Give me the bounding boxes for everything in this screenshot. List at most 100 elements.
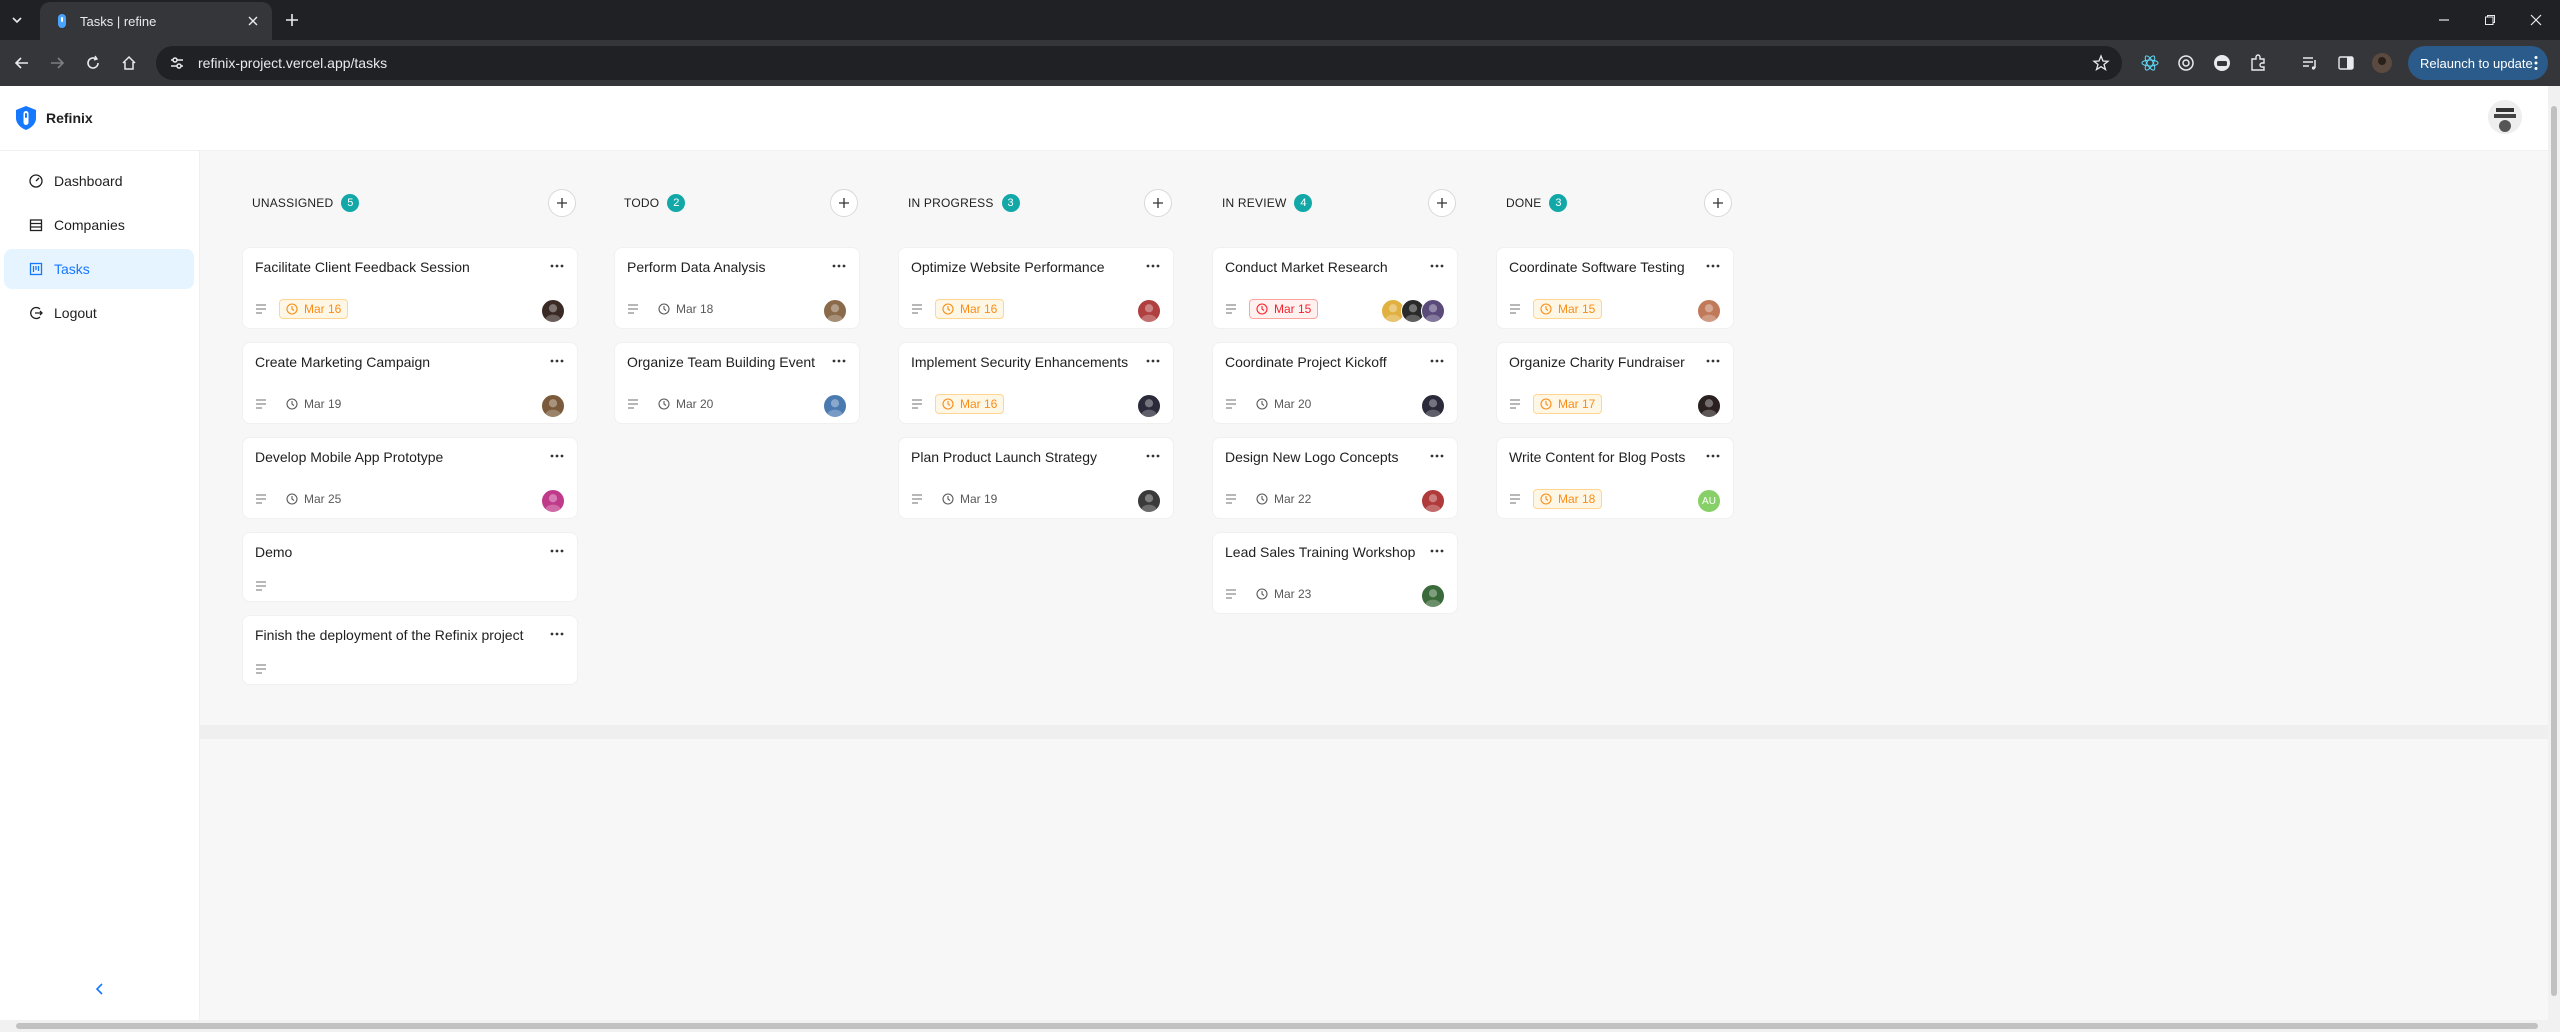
more-options-icon[interactable]: [549, 448, 565, 464]
user-avatar[interactable]: [2488, 100, 2522, 134]
task-card[interactable]: Implement Security Enhancements Mar 16: [898, 342, 1174, 424]
browser-tab[interactable]: Tasks | refine: [40, 2, 272, 40]
due-date-text: Mar 18: [676, 302, 714, 316]
site-info-icon[interactable]: [168, 54, 186, 72]
home-icon[interactable]: [119, 53, 139, 73]
more-options-icon[interactable]: [1145, 258, 1161, 274]
assignee-avatar[interactable]: [823, 299, 847, 323]
add-task-button[interactable]: [1144, 189, 1172, 217]
more-options-icon[interactable]: [1145, 353, 1161, 369]
assignee-avatar[interactable]: [1697, 394, 1721, 418]
due-date-tag: Mar 19: [935, 489, 1004, 509]
assignee-avatars: [541, 489, 565, 513]
task-card[interactable]: Coordinate Software Testing Mar 15: [1496, 247, 1734, 329]
more-options-icon[interactable]: [1429, 258, 1445, 274]
task-card[interactable]: Coordinate Project Kickoff Mar 20: [1212, 342, 1458, 424]
brand-logo[interactable]: Refinix: [14, 105, 93, 131]
task-card[interactable]: Organize Charity Fundraiser Mar 17: [1496, 342, 1734, 424]
assignee-avatar[interactable]: [1421, 299, 1445, 323]
more-options-icon[interactable]: [549, 543, 565, 559]
task-title: Lead Sales Training Workshop: [1225, 544, 1416, 560]
task-card[interactable]: Perform Data Analysis Mar 18: [614, 247, 860, 329]
sidebar-item-tasks[interactable]: Tasks: [4, 249, 194, 289]
clock-icon: [1256, 588, 1268, 600]
add-task-button[interactable]: [548, 189, 576, 217]
more-options-icon[interactable]: [831, 353, 847, 369]
task-card[interactable]: Design New Logo Concepts Mar 22: [1212, 437, 1458, 519]
more-options-icon[interactable]: [1705, 353, 1721, 369]
task-title: Demo: [255, 544, 293, 560]
task-card[interactable]: Organize Team Building Event Mar 20: [614, 342, 860, 424]
more-options-icon[interactable]: [1429, 543, 1445, 559]
page-vertical-scrollbar[interactable]: [2548, 86, 2560, 1020]
due-date-text: Mar 25: [304, 492, 342, 506]
react-devtools-icon[interactable]: [2140, 53, 2160, 73]
sidebar: Dashboard Companies Tasks Logout: [0, 151, 200, 1032]
more-options-icon[interactable]: [549, 353, 565, 369]
sidebar-item-dashboard[interactable]: Dashboard: [4, 161, 194, 201]
collapse-sidebar-icon[interactable]: [92, 981, 108, 997]
assignee-avatar[interactable]: [1421, 584, 1445, 608]
new-tab-icon[interactable]: [282, 10, 302, 30]
more-options-icon[interactable]: [1145, 448, 1161, 464]
board-horizontal-scrollbar[interactable]: [200, 725, 2548, 739]
more-options-icon[interactable]: [1429, 448, 1445, 464]
assignee-avatar[interactable]: [1137, 299, 1161, 323]
task-card[interactable]: Develop Mobile App Prototype Mar 25: [242, 437, 578, 519]
forward-icon[interactable]: [47, 53, 67, 73]
bookmark-star-icon[interactable]: [2092, 54, 2110, 72]
back-icon[interactable]: [12, 53, 32, 73]
sidebar-item-logout[interactable]: Logout: [4, 293, 194, 333]
add-task-button[interactable]: [1704, 189, 1732, 217]
assignee-avatar[interactable]: [541, 394, 565, 418]
task-title: Develop Mobile App Prototype: [255, 449, 444, 465]
task-card[interactable]: Facilitate Client Feedback Session Mar 16: [242, 247, 578, 329]
close-tab-icon[interactable]: [244, 12, 262, 30]
extension-car-icon[interactable]: [2212, 53, 2232, 73]
chrome-menu-icon[interactable]: [2534, 55, 2538, 71]
assignee-avatar[interactable]: [541, 489, 565, 513]
profile-avatar-icon[interactable]: [2372, 53, 2392, 73]
task-card[interactable]: Optimize Website Performance Mar 16: [898, 247, 1174, 329]
assignee-avatar[interactable]: [1421, 489, 1445, 513]
more-options-icon[interactable]: [549, 626, 565, 642]
task-card[interactable]: Create Marketing Campaign Mar 19: [242, 342, 578, 424]
task-card[interactable]: Conduct Market Research Mar 15: [1212, 247, 1458, 329]
assignee-avatar[interactable]: [1137, 489, 1161, 513]
assignee-avatar[interactable]: [541, 299, 565, 323]
assignee-avatars: [1137, 489, 1161, 513]
page-horizontal-scrollbar[interactable]: [0, 1020, 2560, 1032]
due-date-text: Mar 20: [676, 397, 714, 411]
assignee-avatar[interactable]: [823, 394, 847, 418]
tab-search-icon[interactable]: [6, 10, 28, 30]
close-window-icon[interactable]: [2524, 8, 2548, 32]
extensions-puzzle-icon[interactable]: [2248, 53, 2268, 73]
more-options-icon[interactable]: [831, 258, 847, 274]
more-options-icon[interactable]: [549, 258, 565, 274]
more-options-icon[interactable]: [1429, 353, 1445, 369]
description-icon: [1225, 588, 1237, 600]
reload-icon[interactable]: [83, 53, 103, 73]
side-panel-icon[interactable]: [2336, 53, 2356, 73]
more-options-icon[interactable]: [1705, 258, 1721, 274]
task-card[interactable]: Lead Sales Training Workshop Mar 23: [1212, 532, 1458, 614]
assignee-avatar[interactable]: [1137, 394, 1161, 418]
minimize-icon[interactable]: [2432, 8, 2456, 32]
assignee-avatar[interactable]: [1421, 394, 1445, 418]
assignee-avatar[interactable]: AU: [1697, 489, 1721, 513]
clock-icon: [1540, 303, 1552, 315]
task-card[interactable]: Write Content for Blog Posts Mar 18 AU: [1496, 437, 1734, 519]
sidebar-item-companies[interactable]: Companies: [4, 205, 194, 245]
add-task-button[interactable]: [830, 189, 858, 217]
restore-icon[interactable]: [2478, 8, 2502, 32]
task-card[interactable]: Finish the deployment of the Refinix pro…: [242, 615, 578, 685]
add-task-button[interactable]: [1428, 189, 1456, 217]
address-bar[interactable]: refinix-project.vercel.app/tasks: [156, 46, 2122, 80]
chatgpt-extension-icon[interactable]: [2176, 53, 2196, 73]
task-card[interactable]: Plan Product Launch Strategy Mar 19: [898, 437, 1174, 519]
media-controls-icon[interactable]: [2300, 53, 2320, 73]
more-options-icon[interactable]: [1705, 448, 1721, 464]
assignee-avatar[interactable]: [1697, 299, 1721, 323]
task-card[interactable]: Demo: [242, 532, 578, 602]
relaunch-to-update-button[interactable]: Relaunch to update: [2408, 46, 2548, 80]
